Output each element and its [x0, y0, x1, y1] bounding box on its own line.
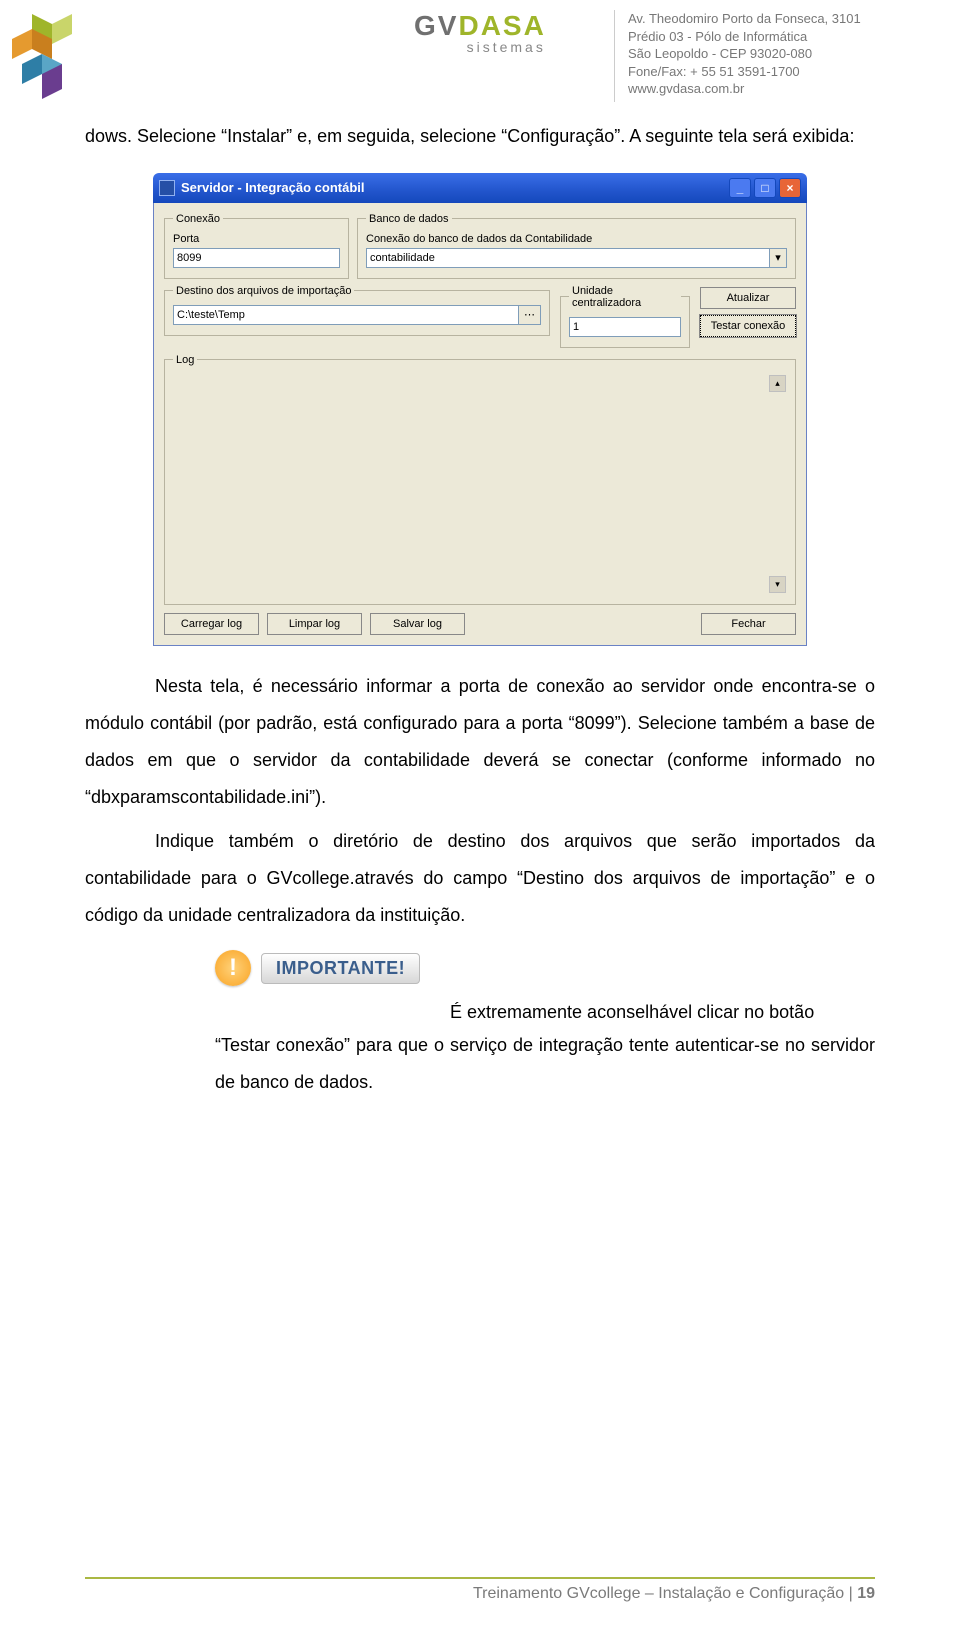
chevron-down-icon[interactable]: ▾	[770, 248, 787, 268]
window-minimize-button[interactable]: _	[729, 178, 751, 198]
destino-legend: Destino dos arquivos de importação	[173, 285, 354, 297]
page-number: 19	[857, 1585, 875, 1602]
page-header: GVDASA sistemas Av. Theodomiro Porto da …	[0, 0, 960, 110]
company-address: Av. Theodomiro Porto da Fonseca, 3101 Pr…	[628, 10, 861, 98]
destino-group: Destino dos arquivos de importação ⋯	[164, 285, 550, 336]
conexao-legend: Conexão	[173, 213, 223, 225]
address-line: www.gvdasa.com.br	[628, 80, 861, 98]
destino-input[interactable]	[173, 305, 519, 325]
window-app-icon	[159, 180, 175, 196]
screenshot-window: Servidor - Integração contábil _ □ × Con…	[153, 173, 807, 646]
brand-name: GVDASA	[414, 10, 546, 42]
scroll-up-icon[interactable]: ▴	[769, 375, 786, 392]
brand-dasa: DASA	[458, 10, 545, 41]
log-legend: Log	[173, 354, 197, 366]
address-line: Fone/Fax: + 55 51 3591-1700	[628, 63, 861, 81]
importante-badge: ! IMPORTANTE!	[215, 950, 875, 986]
window-titlebar: Servidor - Integração contábil _ □ ×	[153, 173, 807, 203]
unidade-group: Unidade centralizadora	[560, 285, 690, 348]
paragraph: Indique também o diretório de destino do…	[85, 823, 875, 934]
page-body: dows. Selecione “Instalar” e, em seguida…	[0, 118, 960, 1101]
company-logo-icon	[12, 14, 86, 104]
paragraph: Nesta tela, é necessário informar a port…	[85, 668, 875, 816]
footer-caption: Treinamento GVcollege – Instalação e Con…	[473, 1585, 857, 1602]
log-group: Log ▴ ▾	[164, 354, 796, 605]
brand-gv: GV	[414, 10, 458, 41]
unidade-input[interactable]	[569, 317, 681, 337]
address-line: Prédio 03 - Pólo de Informática	[628, 28, 861, 46]
exclamation-icon: !	[215, 950, 251, 986]
banco-group: Banco de dados Conexão do banco de dados…	[357, 213, 796, 279]
header-divider	[614, 10, 615, 102]
banco-label: Conexão do banco de dados da Contabilida…	[366, 233, 787, 245]
footer-divider	[85, 1577, 875, 1579]
page-footer: Treinamento GVcollege – Instalação e Con…	[0, 1577, 960, 1603]
banco-legend: Banco de dados	[366, 213, 452, 225]
scroll-down-icon[interactable]: ▾	[769, 576, 786, 593]
fechar-button[interactable]: Fechar	[701, 613, 796, 635]
log-textarea[interactable]: ▴ ▾	[173, 374, 787, 594]
banco-select[interactable]	[366, 248, 770, 268]
brand-block: GVDASA sistemas	[414, 10, 546, 55]
address-line: Av. Theodomiro Porto da Fonseca, 3101	[628, 10, 861, 28]
address-line: São Leopoldo - CEP 93020-080	[628, 45, 861, 63]
unidade-legend: Unidade centralizadora	[569, 285, 681, 309]
porta-input[interactable]	[173, 248, 340, 268]
folder-open-icon[interactable]: ⋯	[519, 305, 541, 325]
porta-label: Porta	[173, 233, 340, 245]
footer-text: Treinamento GVcollege – Instalação e Con…	[85, 1585, 875, 1603]
window-title: Servidor - Integração contábil	[181, 180, 365, 195]
paragraph: É extremamente aconselhável clicar no bo…	[215, 994, 875, 1031]
atualizar-button[interactable]: Atualizar	[700, 287, 796, 309]
paragraph: “Testar conexão” para que o serviço de i…	[215, 1027, 875, 1101]
importante-label: IMPORTANTE!	[261, 953, 420, 984]
limpar-log-button[interactable]: Limpar log	[267, 613, 362, 635]
window-maximize-button[interactable]: □	[754, 178, 776, 198]
window-body: Conexão Porta Banco de dados Conexão do …	[153, 203, 807, 646]
salvar-log-button[interactable]: Salvar log	[370, 613, 465, 635]
window-close-button[interactable]: ×	[779, 178, 801, 198]
conexao-group: Conexão Porta	[164, 213, 349, 279]
carregar-log-button[interactable]: Carregar log	[164, 613, 259, 635]
paragraph: dows. Selecione “Instalar” e, em seguida…	[85, 118, 875, 155]
testar-conexao-button[interactable]: Testar conexão	[700, 315, 796, 337]
scrollbar[interactable]: ▴ ▾	[769, 375, 786, 593]
